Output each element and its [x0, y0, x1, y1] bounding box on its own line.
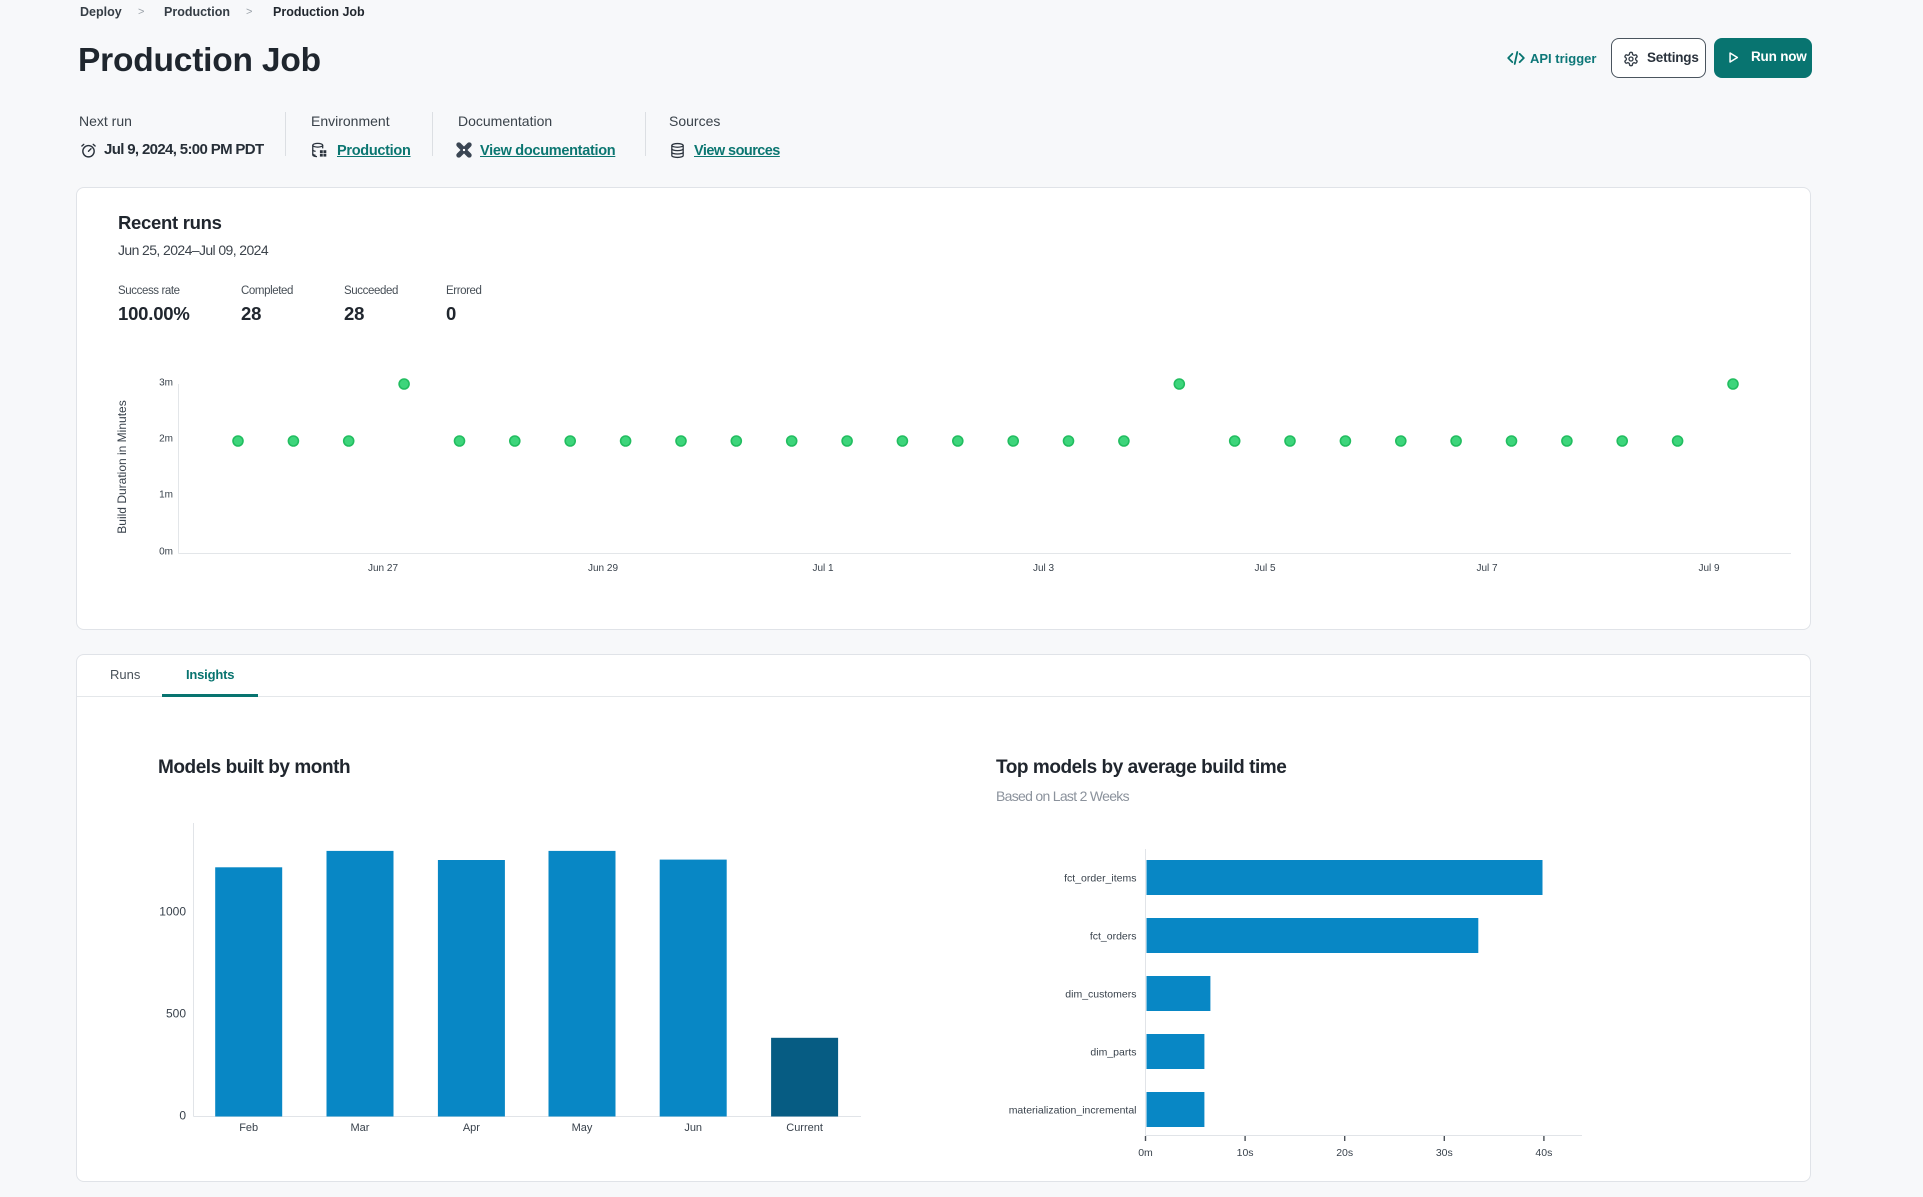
svg-text:Mar: Mar [351, 1122, 370, 1134]
svg-text:dim_parts: dim_parts [1090, 1047, 1136, 1059]
svg-text:0m: 0m [1138, 1147, 1153, 1159]
svg-text:fct_order_items: fct_order_items [1064, 873, 1136, 885]
svg-text:2m: 2m [159, 434, 173, 445]
svg-text:1000: 1000 [159, 905, 186, 919]
svg-text:Apr: Apr [463, 1122, 480, 1134]
svg-text:materialization_incremental: materialization_incremental [1009, 1105, 1137, 1117]
svg-text:Jul 1: Jul 1 [812, 563, 834, 574]
svg-text:20s: 20s [1336, 1147, 1353, 1159]
svg-text:Jun 27: Jun 27 [368, 563, 398, 574]
svg-text:40s: 40s [1535, 1147, 1552, 1159]
svg-text:Jul 9: Jul 9 [1698, 563, 1720, 574]
svg-text:Current: Current [786, 1122, 823, 1134]
svg-text:Build Duration in Minutes: Build Duration in Minutes [115, 400, 129, 533]
svg-text:0: 0 [179, 1109, 186, 1123]
svg-text:500: 500 [166, 1007, 186, 1021]
svg-text:10s: 10s [1237, 1147, 1254, 1159]
svg-text:Jul 3: Jul 3 [1033, 563, 1055, 574]
svg-text:Jun 29: Jun 29 [588, 563, 618, 574]
svg-text:fct_orders: fct_orders [1090, 931, 1137, 943]
svg-text:1m: 1m [159, 490, 173, 501]
svg-text:dim_customers: dim_customers [1065, 989, 1136, 1001]
svg-text:Jun: Jun [684, 1122, 702, 1134]
svg-text:30s: 30s [1436, 1147, 1453, 1159]
svg-text:Jul 5: Jul 5 [1254, 563, 1276, 574]
svg-text:Jul 7: Jul 7 [1476, 563, 1498, 574]
svg-text:0m: 0m [159, 547, 173, 558]
svg-text:Feb: Feb [239, 1122, 258, 1134]
svg-text:3m: 3m [159, 378, 173, 389]
svg-text:May: May [572, 1122, 593, 1134]
